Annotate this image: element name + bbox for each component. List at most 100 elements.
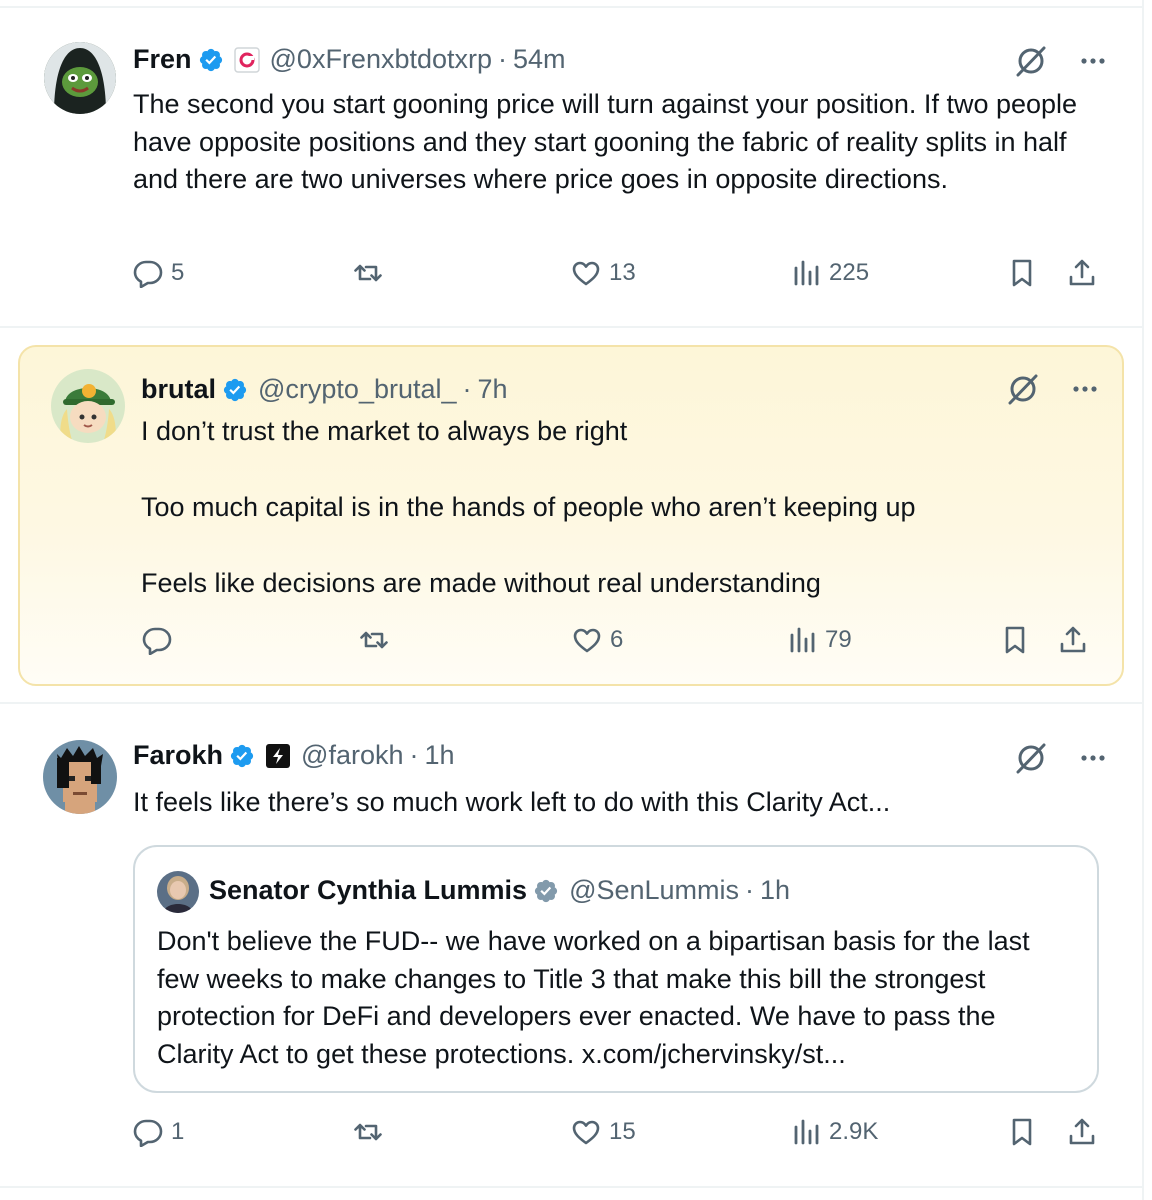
more-icon[interactable] <box>1078 46 1108 76</box>
author-handle[interactable]: @0xFrenxbtdotxrp <box>270 44 493 75</box>
avatar[interactable] <box>44 42 116 114</box>
verified-badge-icon <box>230 744 254 767</box>
views-button[interactable]: 79 <box>787 625 852 655</box>
quoted-header: Senator Cynthia Lummis @SenLummis · 1h <box>209 875 790 906</box>
reply-button[interactable]: 1 <box>133 1117 184 1147</box>
action-bar: 5 13 225 <box>133 258 1103 298</box>
avatar-image <box>157 871 199 913</box>
like-count: 13 <box>609 259 636 286</box>
divider <box>0 1186 1142 1188</box>
avatar-image <box>43 740 117 814</box>
timestamp[interactable]: 54m <box>513 44 566 75</box>
views-button[interactable]: 2.9K <box>791 1117 878 1147</box>
bookmark-button[interactable] <box>1007 258 1037 288</box>
bookmark-button[interactable] <box>1000 625 1030 655</box>
verified-badge-icon <box>199 48 222 71</box>
views-count: 79 <box>825 626 852 653</box>
reply-button[interactable] <box>142 625 180 655</box>
like-icon <box>572 1120 600 1145</box>
quoted-tweet-text: Don't believe the FUD-- we have worked o… <box>157 926 1038 1069</box>
timestamp[interactable]: 7h <box>478 374 508 405</box>
repost-button[interactable] <box>359 625 397 655</box>
grok-icon[interactable] <box>1014 741 1048 775</box>
share-icon <box>1069 259 1095 286</box>
views-icon <box>790 627 815 653</box>
action-bar: 1 15 2.9K <box>133 1117 1103 1157</box>
reply-icon <box>133 260 163 288</box>
author-name[interactable]: Farokh <box>133 740 223 771</box>
views-button[interactable]: 225 <box>791 258 869 288</box>
like-button[interactable]: 13 <box>571 258 636 288</box>
like-count: 15 <box>609 1118 636 1145</box>
separator-dot: · <box>409 740 419 770</box>
share-button[interactable] <box>1058 625 1088 655</box>
reply-count: 5 <box>171 259 185 286</box>
verified-badge-icon <box>534 879 558 902</box>
reply-count: 1 <box>171 1118 185 1145</box>
author-name[interactable]: Fren <box>133 44 192 75</box>
tweet-top-actions <box>1014 741 1108 775</box>
reply-icon <box>133 1119 163 1147</box>
repost-icon <box>354 1123 382 1141</box>
avatar[interactable] <box>43 740 117 814</box>
more-icon[interactable] <box>1078 743 1108 773</box>
author-name[interactable]: brutal <box>141 374 216 405</box>
repost-button[interactable] <box>353 1117 391 1147</box>
tweet-top-actions <box>1014 44 1108 78</box>
affiliate-badge-icon <box>233 46 260 73</box>
like-icon <box>573 628 601 653</box>
share-icon <box>1069 1118 1095 1145</box>
separator-dot: · <box>745 875 755 905</box>
repost-icon <box>354 264 382 282</box>
repost-icon <box>360 631 388 649</box>
tweet-text: It feels like there’s so much work left … <box>133 787 891 817</box>
like-button[interactable]: 15 <box>571 1117 636 1147</box>
quoted-timestamp[interactable]: 1h <box>760 875 790 906</box>
avatar-image <box>44 42 116 114</box>
more-icon[interactable] <box>1070 374 1100 404</box>
verified-badge-icon <box>223 378 247 401</box>
reply-button[interactable]: 5 <box>133 258 184 288</box>
bookmark-button[interactable] <box>1007 1117 1037 1147</box>
share-icon <box>1060 626 1086 653</box>
share-button[interactable] <box>1067 1117 1097 1147</box>
timestamp[interactable]: 1h <box>424 740 454 771</box>
grok-icon[interactable] <box>1006 372 1040 406</box>
views-icon <box>794 1119 819 1145</box>
tweet-header: brutal @crypto_brutal_ · 7h <box>141 374 508 405</box>
tweet-text: The second you start gooning price will … <box>133 89 1085 194</box>
reply-icon <box>142 627 172 655</box>
author-handle[interactable]: @farokh <box>301 740 403 771</box>
tweet-card[interactable]: Fren @0xFrenxbtdotxrp · 54m The second y… <box>0 8 1142 326</box>
tweet-top-actions <box>1006 372 1100 406</box>
tweet-card[interactable]: brutal @crypto_brutal_ · 7h I don’t trus… <box>0 345 1142 686</box>
avatar-image <box>51 369 125 443</box>
bookmark-icon <box>1012 259 1032 287</box>
affiliate-badge-icon <box>266 743 291 768</box>
quoted-author-handle[interactable]: @SenLummis <box>569 875 739 906</box>
grok-icon[interactable] <box>1014 44 1048 78</box>
views-count: 225 <box>829 259 870 286</box>
tweet-header: Farokh @farokh · 1h <box>133 740 455 771</box>
repost-button[interactable] <box>353 258 391 288</box>
separator-dot: · <box>498 44 508 74</box>
bookmark-icon <box>1012 1118 1032 1146</box>
quoted-avatar[interactable] <box>157 871 199 913</box>
avatar[interactable] <box>51 369 125 443</box>
share-button[interactable] <box>1067 258 1097 288</box>
divider <box>0 326 1142 328</box>
like-button[interactable]: 6 <box>572 625 623 655</box>
author-handle[interactable]: @crypto_brutal_ <box>258 374 457 405</box>
like-count: 6 <box>610 626 624 653</box>
tweet-text: I don’t trust the market to always be ri… <box>141 416 916 598</box>
separator-dot: · <box>462 374 472 404</box>
timeline-feed: Fren @0xFrenxbtdotxrp · 54m The second y… <box>0 0 1144 1200</box>
quoted-author-name[interactable]: Senator Cynthia Lummis <box>209 875 527 906</box>
views-icon <box>794 260 819 286</box>
bookmark-icon <box>1005 626 1025 654</box>
views-count: 2.9K <box>829 1118 879 1145</box>
quoted-tweet[interactable]: Senator Cynthia Lummis @SenLummis · 1h D… <box>133 845 1099 1093</box>
like-icon <box>572 261 600 286</box>
action-bar: 6 79 <box>142 625 1112 665</box>
tweet-header: Fren @0xFrenxbtdotxrp · 54m <box>133 44 566 75</box>
